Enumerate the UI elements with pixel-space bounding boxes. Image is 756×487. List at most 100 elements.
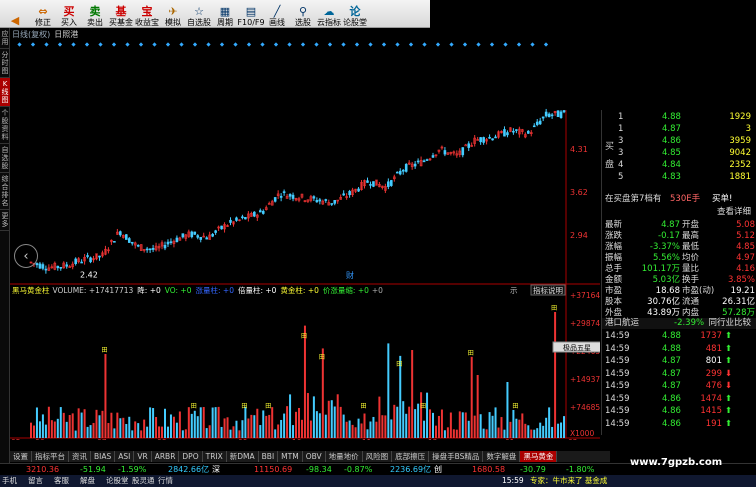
volume-bar <box>399 355 402 438</box>
simulate-button[interactable]: ✈ 模拟 <box>160 0 186 28</box>
forum-button[interactable]: 论论股堂 <box>342 0 368 28</box>
candle-body <box>258 210 262 213</box>
indicator-tab[interactable]: VR <box>134 451 152 462</box>
ob-price: 4.87 <box>662 124 681 134</box>
volume-bar <box>277 424 280 438</box>
industry-compare-link[interactable]: 同行业比较 <box>708 318 751 329</box>
buy-button[interactable]: 买买入 <box>56 0 82 28</box>
taskbar-item[interactable]: 客服 <box>54 475 69 487</box>
taskbar-item[interactable]: 论股堂 <box>106 475 129 487</box>
candle-body <box>169 241 173 243</box>
indicator-tab[interactable]: ASI <box>115 451 135 462</box>
volume-bar <box>500 417 503 438</box>
volume-bar <box>387 343 390 438</box>
sidebar-tab[interactable]: 应用 <box>0 28 10 49</box>
candle-body <box>56 265 60 269</box>
indicator-tab[interactable]: DPO <box>179 451 203 462</box>
trade-price: 4.87 <box>662 381 681 391</box>
indicator-tab[interactable]: 设置 <box>10 451 32 462</box>
signal-marker <box>395 42 400 47</box>
candle-body <box>190 231 194 238</box>
view-detail-link[interactable]: 查看详细 <box>717 207 751 218</box>
date-tick-label: 12 <box>428 438 438 440</box>
indicator-tab[interactable]: TRIX <box>203 451 227 462</box>
cloud-indicator-button[interactable]: ☁ 云指标 <box>316 0 342 28</box>
indicator-tab[interactable]: MTM <box>278 451 303 462</box>
sidebar-tab[interactable]: 更多 <box>0 210 10 231</box>
watchlist-button[interactable]: ☆ 自选股 <box>186 0 212 28</box>
sidebar-tab[interactable]: 综合排名 <box>0 173 10 210</box>
panel-row: 14:59 4.88 1737 ⬆ <box>602 331 756 342</box>
news-ticker[interactable]: 专家：牛市来了 基金成 <box>530 475 607 487</box>
tian-marker: 田 <box>319 354 325 361</box>
period-button[interactable]: ▦ 周期 <box>212 0 238 28</box>
indicator-tab[interactable]: 黑马黄金 <box>520 451 558 462</box>
panel-row: 5 4.83 1881 <box>602 172 756 183</box>
candle-body <box>136 244 140 247</box>
candle-body <box>387 181 390 187</box>
profit-treasure-button[interactable]: 宝收益宝 <box>134 0 160 28</box>
indicator-tab[interactable]: 风险图 <box>363 451 393 462</box>
indicator-tab[interactable]: 指标平台 <box>32 451 69 462</box>
correction-button[interactable]: ⇔ 修正 <box>30 0 56 28</box>
volume-bar <box>107 423 110 438</box>
volume-bar <box>56 418 59 438</box>
volume-bar <box>187 407 190 438</box>
indicator-tab[interactable]: ARBR <box>152 451 180 462</box>
indicator-tab[interactable]: 操盘手BS精品 <box>429 451 484 462</box>
indicator-tab[interactable]: 地量地价 <box>326 451 363 462</box>
trade-price: 4.86 <box>662 393 681 404</box>
candle-body <box>559 111 563 118</box>
indicator-tab[interactable]: BIAS <box>91 451 116 462</box>
quote-label: 最新 <box>605 220 623 230</box>
sidebar-tab[interactable]: 个股资料 <box>0 107 10 144</box>
sidebar-tab[interactable]: 自选股 <box>0 144 10 173</box>
ob-price: 4.84 <box>662 160 681 170</box>
prev-stock-icon[interactable]: ‹ <box>14 244 38 268</box>
candle-body <box>562 110 566 113</box>
indicator-tab[interactable]: 新DMA <box>227 451 259 462</box>
volume-bar <box>506 382 509 438</box>
candle-body <box>244 217 247 220</box>
volume-bar <box>214 407 217 438</box>
indicator-tab[interactable]: BBI <box>259 451 279 462</box>
signal-marker <box>233 42 238 47</box>
volume-bar <box>384 415 387 438</box>
indicator-item: VO: +0 <box>164 286 192 295</box>
indicator-tab[interactable]: OBV <box>303 451 326 462</box>
panel-row: 市盈 18.68 市盈(动) 19.21 <box>602 286 756 297</box>
volume-bar <box>184 429 187 438</box>
taskbar-item[interactable]: 解盘 <box>80 475 95 487</box>
quote-label: 市盈 <box>605 286 623 296</box>
indicator-tab[interactable]: 底部擦压 <box>392 451 430 462</box>
taskbar-item[interactable]: 手机 <box>2 475 17 487</box>
candle-body <box>282 191 286 193</box>
stock-screener-button[interactable]: ⚲ 选股 <box>290 0 316 28</box>
volume-bar <box>223 418 226 438</box>
taskbar-item[interactable]: 行情 <box>158 475 173 487</box>
volume-bar <box>169 414 172 438</box>
f10-button[interactable]: ▤ F10/F9 <box>237 0 264 28</box>
panel-row: 最新 4.87 开盘 5.08 <box>602 220 756 231</box>
signal-marker <box>300 42 306 47</box>
popup-text: 极品五星 <box>563 343 591 352</box>
indicator-help-button[interactable]: 指标说明 <box>533 285 563 295</box>
indicator-tab[interactable]: 资讯 <box>69 451 91 462</box>
draw-line-button[interactable]: ╱ 画线 <box>264 0 290 28</box>
taskbar-item[interactable]: 留言 <box>28 475 43 487</box>
kline-chart[interactable]: 4.313.622.942.42 财指标说明示田田田田田田田田田田田田+37164… <box>10 40 600 440</box>
volume-value: VOLUME: +17417713 <box>52 286 134 295</box>
back-button[interactable]: ◀ <box>0 0 30 28</box>
sector-name[interactable]: 港口航运 <box>605 318 639 329</box>
sidebar-tab[interactable]: K线图 <box>0 78 10 107</box>
buy-order-button[interactable]: 买单! <box>712 194 732 205</box>
sidebar-tab[interactable]: 分时图 <box>0 49 10 78</box>
panel-row: 涨跌 -0.17 最高 5.12 <box>602 231 756 242</box>
indicator-tab[interactable]: 数字解盘 <box>483 451 521 462</box>
volume-bar <box>455 429 458 438</box>
buy-fund-button[interactable]: 基买基金 <box>108 0 134 28</box>
volume-bar <box>202 407 205 438</box>
sell-button[interactable]: 卖卖出 <box>82 0 108 28</box>
taskbar-item[interactable]: 股灵通 <box>132 475 155 487</box>
volume-bar <box>68 415 71 438</box>
